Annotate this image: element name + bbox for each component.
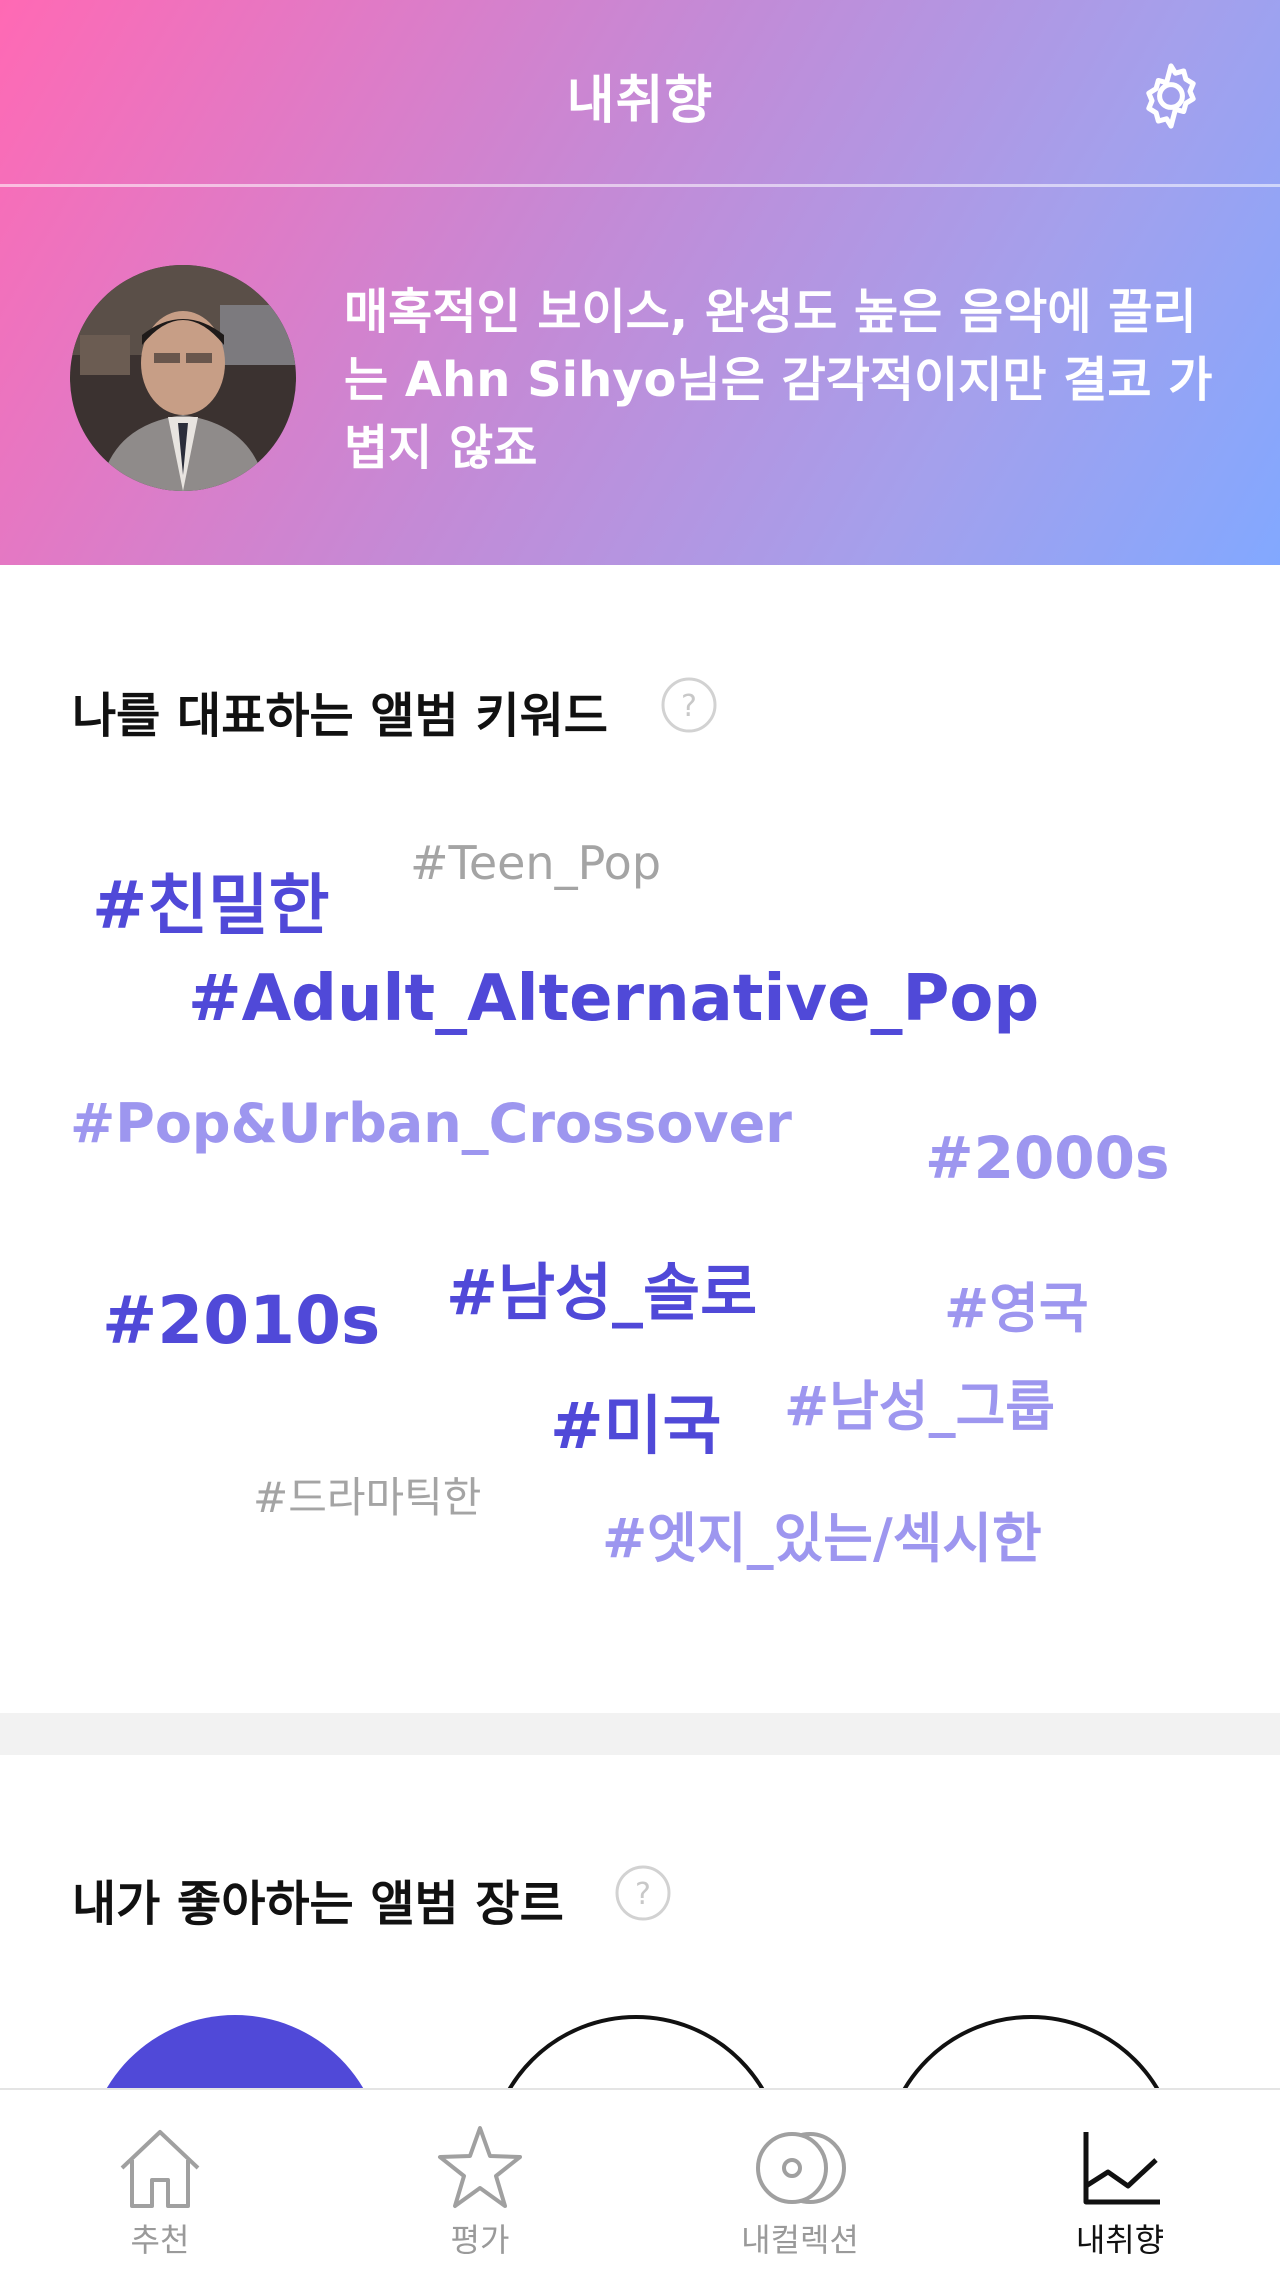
nav-item-taste[interactable]: 내취향 [960, 2090, 1280, 2275]
keyword-tag[interactable]: #Pop&Urban_Crossover [70, 1092, 792, 1155]
header-banner: 내취향 매혹적인 보이스, 완성도 높은 음악에 끌리는 Ahn Sihyo님은… [0, 0, 1280, 565]
keyword-tag[interactable]: #남성_그룹 [784, 1362, 1055, 1441]
nav-label: 추천 [130, 2221, 190, 2259]
genres-help-button[interactable]: ? [614, 1864, 672, 1922]
home-icon [120, 2130, 200, 2208]
nav-item-rate[interactable]: 평가 [320, 2090, 640, 2275]
nav-item-recommend[interactable]: 추천 [0, 2090, 320, 2275]
keyword-tag[interactable]: #미국 [550, 1375, 721, 1467]
chart-icon [1083, 2132, 1160, 2205]
genres-section-title: 내가 좋아하는 앨범 장르 [72, 1876, 564, 1932]
avatar[interactable] [70, 265, 296, 491]
nav-label: 내취향 [1075, 2221, 1165, 2259]
nav-item-collection[interactable]: 내컬렉션 [640, 2090, 960, 2275]
svg-text:?: ? [681, 689, 697, 724]
disc-icon [756, 2132, 846, 2204]
gear-icon [1146, 63, 1196, 129]
question-circle-icon: ? [661, 677, 717, 733]
keywords-section-title: 나를 대표하는 앨범 키워드 [72, 688, 608, 744]
keyword-tag[interactable]: #2010s [102, 1282, 380, 1359]
star-icon [438, 2126, 522, 2208]
nav-label: 평가 [450, 2221, 510, 2259]
keyword-tag[interactable]: #남성_솔로 [446, 1242, 757, 1332]
page-title: 내취향 [566, 71, 714, 131]
bottom-nav: 추천 평가 내컬렉션 내취향 [0, 2088, 1280, 2275]
settings-button[interactable] [1133, 58, 1209, 134]
keyword-tag[interactable]: #Adult_Alternative_Pop [188, 962, 1039, 1036]
question-circle-icon: ? [615, 1865, 671, 1921]
keyword-tag[interactable]: #영국 [944, 1264, 1089, 1343]
section-separator [0, 1713, 1280, 1755]
nav-label: 내컬렉션 [741, 2221, 859, 2259]
keyword-tag[interactable]: #Teen_Pop [410, 836, 661, 890]
keywords-help-button[interactable]: ? [660, 676, 718, 734]
keyword-tag[interactable]: #2000s [925, 1124, 1170, 1192]
keyword-tag[interactable]: #친밀한 [92, 852, 329, 948]
keyword-tag[interactable]: #드라마틱한 [253, 1464, 481, 1525]
header-divider [0, 184, 1280, 187]
profile-description: 매혹적인 보이스, 완성도 높은 음악에 끌리는 Ahn Sihyo님은 감각적… [344, 284, 1213, 476]
svg-text:?: ? [635, 1877, 651, 1912]
keyword-tag[interactable]: #엣지_있는/섹시한 [602, 1494, 1042, 1573]
